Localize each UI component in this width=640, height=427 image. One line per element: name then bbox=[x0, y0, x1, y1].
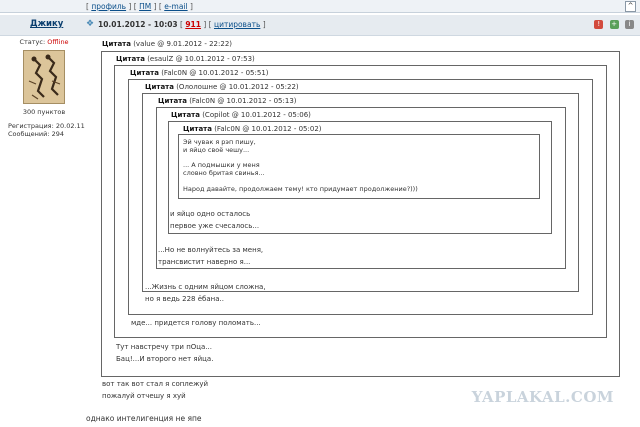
quote-text: Тут навстречу три пОца... Бац!...И второ… bbox=[116, 343, 214, 363]
status-label: Статус: bbox=[19, 38, 46, 46]
avatar[interactable] bbox=[23, 50, 65, 104]
quote-text: и яйцо одно осталось первое уже счесалос… bbox=[170, 210, 260, 230]
msgs-label: Сообщений: bbox=[8, 130, 50, 138]
scroll-top-button[interactable]: ^ bbox=[625, 1, 636, 12]
quote-text: ...Жизнь с одним яйцом сложна, но я ведь… bbox=[145, 283, 266, 303]
post-header: Джику ❖ 10.01.2012 - 10:03 [ 911 ] [ цит… bbox=[0, 14, 640, 36]
report-icon[interactable]: ! bbox=[594, 20, 604, 29]
user-points: 300 пунктов bbox=[22, 108, 66, 116]
user-registration: Регистрация: 20.02.11 Сообщений: 294 bbox=[8, 122, 88, 138]
reg-date: 20.02.11 bbox=[55, 122, 85, 130]
quote-header: Цитата (Ололошне @ 10.01.2012 - 05:22) bbox=[145, 83, 299, 91]
post-body-text: однако интелигенция не япе bbox=[86, 414, 202, 423]
quote-link[interactable]: цитировать bbox=[214, 20, 260, 29]
user-status: Статус: Offline bbox=[0, 38, 88, 46]
post-actions: [ 911 ] [ цитировать ] bbox=[180, 20, 266, 29]
pm-link[interactable]: ПМ bbox=[139, 2, 151, 11]
quote-text: ...Но не волнуйтесь за меня, трансвистит… bbox=[158, 246, 264, 266]
watermark: YAPLAKAL.COM bbox=[471, 388, 614, 406]
quote-box-innermost: Эй чувак я рэп пишу, и яйцо своё чешу...… bbox=[178, 134, 540, 199]
status-value: Offline bbox=[47, 38, 69, 46]
user-info: Статус: Offline 300 пунктов Регистрация:… bbox=[0, 36, 88, 138]
quote-header: Цитата (Falc0N @ 10.01.2012 - 05:51) bbox=[130, 69, 269, 77]
plus-icon[interactable]: + bbox=[609, 20, 619, 29]
post-pin-icon[interactable]: ❖ bbox=[86, 19, 94, 29]
quote-header: Цитата (value @ 9.01.2012 - 22:22) bbox=[102, 40, 233, 48]
quote-text: мде... придется голову поломать... bbox=[131, 319, 261, 327]
post-date: 10.01.2012 - 10:03 bbox=[98, 20, 178, 29]
info-icon[interactable]: i bbox=[625, 20, 634, 29]
header-icons: ! + i bbox=[590, 19, 634, 29]
quote-header: Цитата (Falc0N @ 10.01.2012 - 05:13) bbox=[158, 97, 297, 105]
quote-text: Эй чувак я рэп пишу, и яйцо своё чешу...… bbox=[183, 138, 418, 193]
top-links-bar: [ профиль ] [ ПМ ] [ e-mail ] ^ bbox=[0, 0, 640, 13]
rating-link[interactable]: 911 bbox=[185, 20, 201, 29]
quote-header: Цитата (esaulZ @ 10.01.2012 - 07:53) bbox=[116, 55, 255, 63]
quote-text: вот так вот стал я соплежуй пожалуй отче… bbox=[102, 380, 209, 400]
profile-link[interactable]: профиль bbox=[91, 2, 126, 11]
email-link[interactable]: e-mail bbox=[164, 2, 187, 11]
msgs-count: 294 bbox=[51, 130, 65, 138]
reg-label: Регистрация: bbox=[8, 122, 54, 130]
quote-header: Цитата (Copilot @ 10.01.2012 - 05:06) bbox=[171, 111, 311, 119]
author-name[interactable]: Джику bbox=[30, 19, 63, 29]
quote-header: Цитата (Falc0N @ 10.01.2012 - 05:02) bbox=[183, 125, 322, 133]
